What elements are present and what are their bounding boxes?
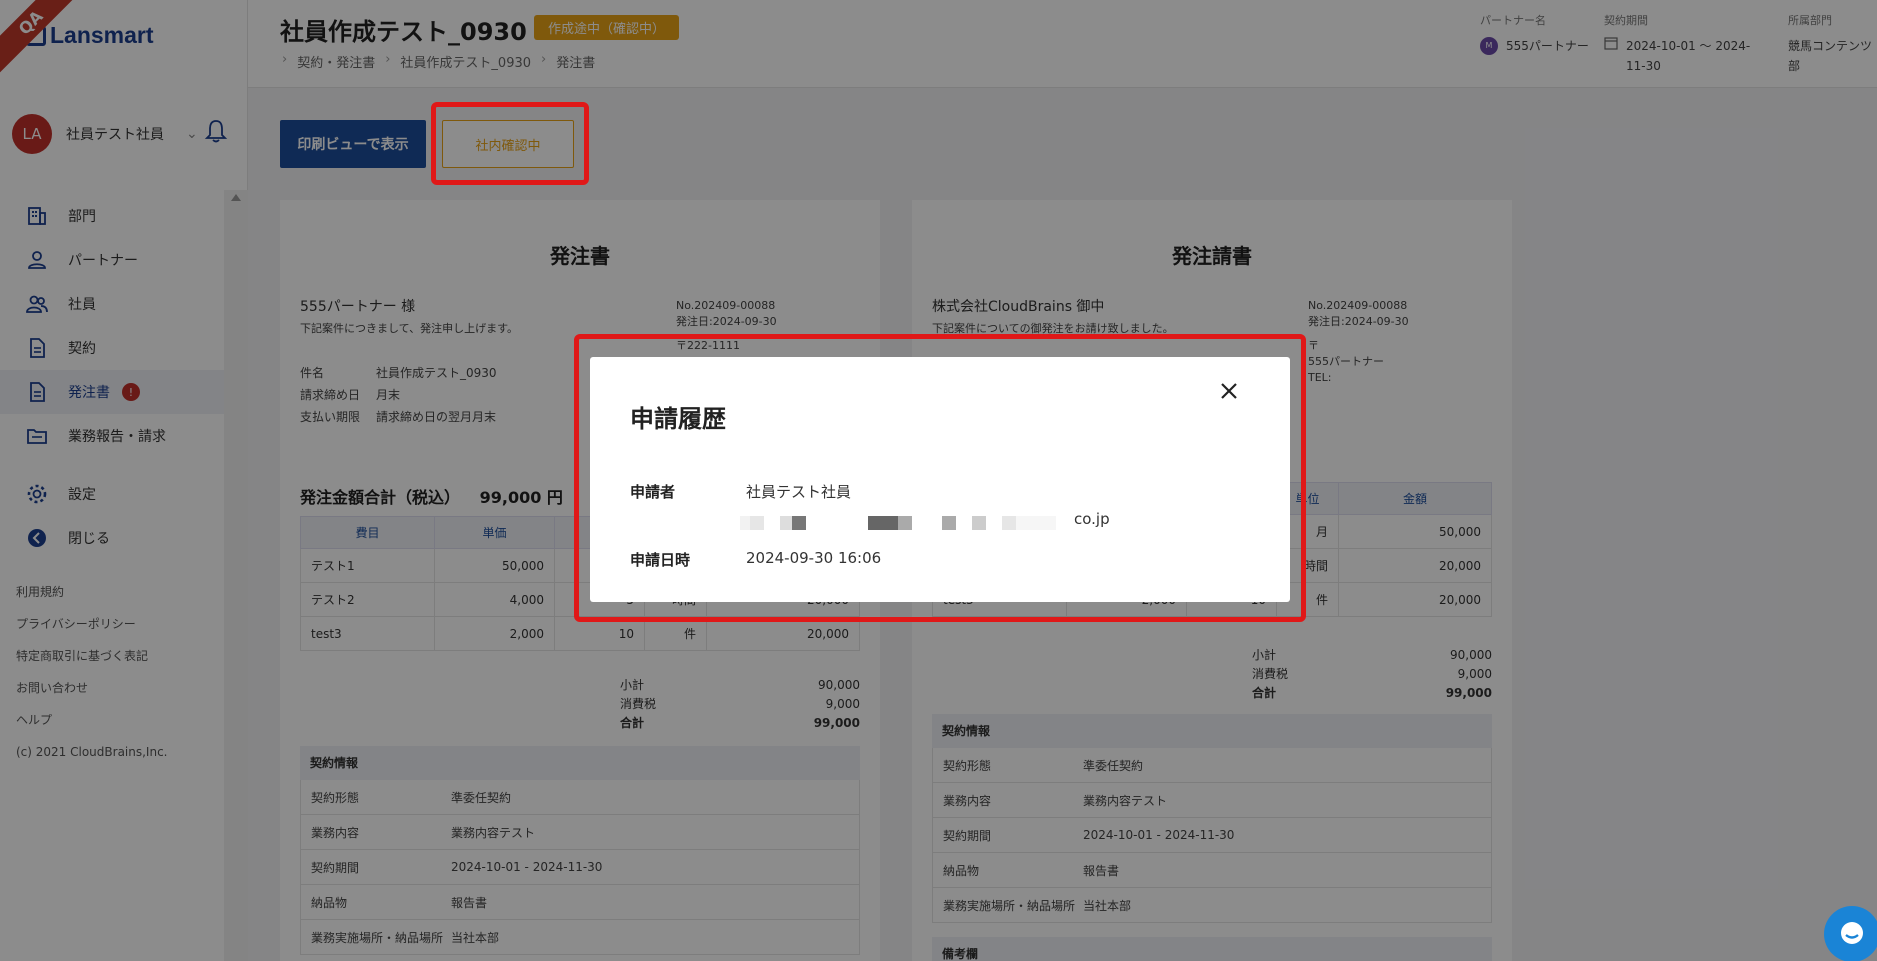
highlight-box: [574, 334, 1306, 622]
highlight-box: [431, 102, 589, 185]
chat-button[interactable]: [1824, 906, 1877, 961]
chat-icon: [1841, 922, 1863, 944]
